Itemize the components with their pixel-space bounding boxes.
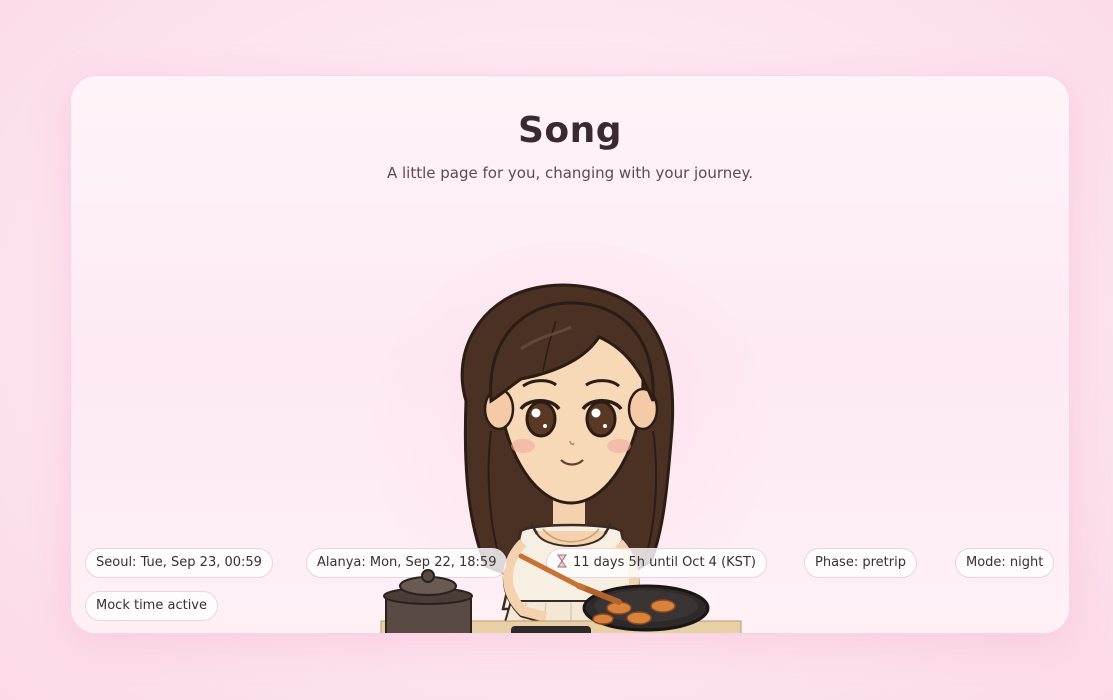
seoul-time-chip: Seoul: Tue, Sep 23, 00:59 <box>85 548 273 578</box>
mode-chip: Mode: night <box>955 548 1055 578</box>
phase-chip: Phase: pretrip <box>804 548 917 578</box>
page-subtitle: A little page for you, changing with you… <box>386 164 754 182</box>
main-card: Song A little page for you, changing wit… <box>70 75 1070 634</box>
cooking-scene <box>380 553 742 633</box>
page-title: Song <box>517 110 623 151</box>
mock-time-chip: Mock time active <box>85 591 218 621</box>
